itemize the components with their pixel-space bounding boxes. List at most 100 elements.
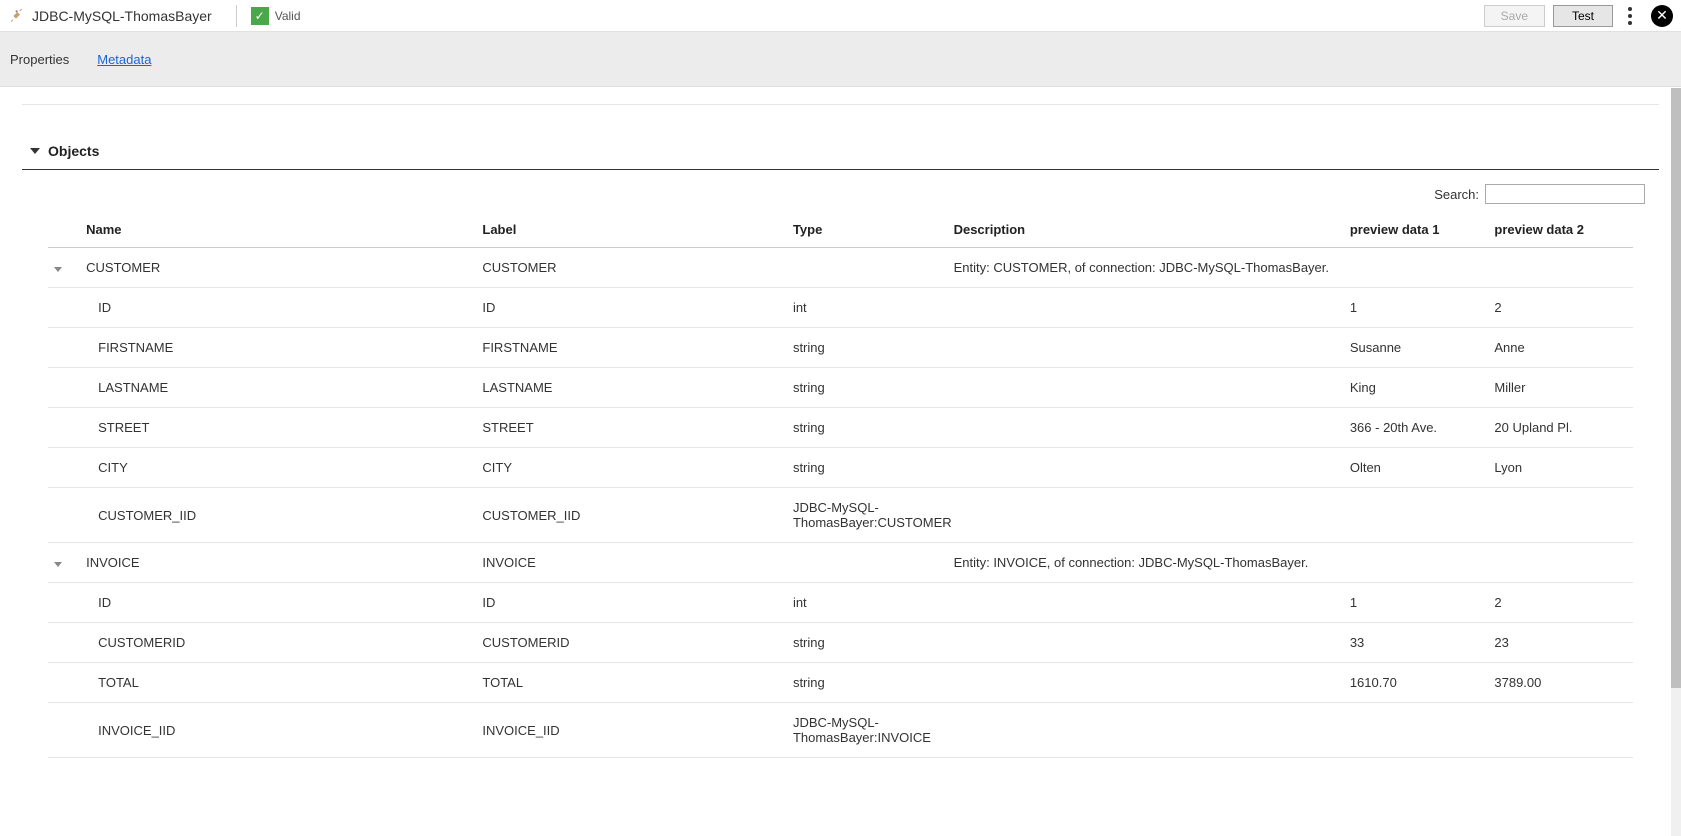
cell-preview1 bbox=[1344, 703, 1489, 758]
cell-label: STREET bbox=[476, 408, 787, 448]
search-input[interactable] bbox=[1485, 184, 1645, 204]
table-row[interactable]: IDIDint12 bbox=[48, 583, 1633, 623]
cell-description bbox=[948, 328, 1344, 368]
table-row[interactable]: TOTALTOTALstring1610.703789.00 bbox=[48, 663, 1633, 703]
col-header-preview2[interactable]: preview data 2 bbox=[1488, 212, 1633, 248]
cell-name: ID bbox=[80, 288, 476, 328]
cell-label: CUSTOMERID bbox=[476, 623, 787, 663]
objects-section-header[interactable]: Objects bbox=[8, 105, 1673, 169]
cell-label: CITY bbox=[476, 448, 787, 488]
cell-preview1: 33 bbox=[1344, 623, 1489, 663]
col-header-description[interactable]: Description bbox=[948, 212, 1344, 248]
cell-preview2 bbox=[1488, 488, 1633, 543]
save-button[interactable]: Save bbox=[1484, 5, 1545, 27]
col-header-label[interactable]: Label bbox=[476, 212, 787, 248]
cell-name: FIRSTNAME bbox=[80, 328, 476, 368]
cell-label: ID bbox=[476, 288, 787, 328]
col-header-type[interactable]: Type bbox=[787, 212, 948, 248]
cell-type bbox=[787, 248, 948, 288]
cell-preview2 bbox=[1488, 703, 1633, 758]
cell-type: JDBC-MySQL-ThomasBayer:INVOICE bbox=[787, 703, 948, 758]
cell-label: INVOICE bbox=[476, 543, 787, 583]
cell-preview1: 366 - 20th Ave. bbox=[1344, 408, 1489, 448]
header-bar: JDBC-MySQL-ThomasBayer ✓ Valid Save Test… bbox=[0, 0, 1681, 32]
vertical-scrollbar[interactable] bbox=[1671, 88, 1681, 836]
cell-preview2: Lyon bbox=[1488, 448, 1633, 488]
table-row[interactable]: CUSTOMER_IIDCUSTOMER_IIDJDBC-MySQL-Thoma… bbox=[48, 488, 1633, 543]
close-icon: ✕ bbox=[1656, 7, 1668, 24]
plug-icon bbox=[8, 8, 24, 24]
page-title: JDBC-MySQL-ThomasBayer bbox=[32, 8, 222, 24]
caret-down-icon[interactable] bbox=[30, 148, 40, 154]
group-row[interactable]: CUSTOMERCUSTOMEREntity: CUSTOMER, of con… bbox=[48, 248, 1633, 288]
table-row[interactable]: CITYCITYstringOltenLyon bbox=[48, 448, 1633, 488]
cell-name: TOTAL bbox=[80, 663, 476, 703]
cell-description bbox=[948, 623, 1344, 663]
cell-name: CUSTOMER_IID bbox=[80, 488, 476, 543]
cell-label: CUSTOMER bbox=[476, 248, 787, 288]
close-button[interactable]: ✕ bbox=[1651, 5, 1673, 27]
cell-preview1 bbox=[1344, 543, 1489, 583]
cell-type: string bbox=[787, 448, 948, 488]
scrollbar-thumb[interactable] bbox=[1671, 88, 1681, 688]
tab-properties[interactable]: Properties bbox=[10, 52, 69, 67]
cell-description bbox=[948, 703, 1344, 758]
tab-metadata[interactable]: Metadata bbox=[97, 52, 151, 67]
table-row[interactable]: LASTNAMELASTNAMEstringKingMiller bbox=[48, 368, 1633, 408]
cell-description bbox=[948, 488, 1344, 543]
cell-preview2 bbox=[1488, 248, 1633, 288]
cell-type: int bbox=[787, 583, 948, 623]
cell-preview2: 23 bbox=[1488, 623, 1633, 663]
cell-preview1 bbox=[1344, 248, 1489, 288]
table-row[interactable]: INVOICE_IIDINVOICE_IIDJDBC-MySQL-ThomasB… bbox=[48, 703, 1633, 758]
cell-preview1 bbox=[1344, 488, 1489, 543]
table-row[interactable]: STREETSTREETstring366 - 20th Ave.20 Upla… bbox=[48, 408, 1633, 448]
previous-section-border bbox=[22, 93, 1659, 105]
cell-preview2: 20 Upland Pl. bbox=[1488, 408, 1633, 448]
expand-caret-icon[interactable] bbox=[54, 267, 62, 272]
cell-preview2: 2 bbox=[1488, 288, 1633, 328]
more-menu-button[interactable] bbox=[1621, 4, 1639, 28]
cell-preview1: Susanne bbox=[1344, 328, 1489, 368]
cell-label: CUSTOMER_IID bbox=[476, 488, 787, 543]
cell-description bbox=[948, 448, 1344, 488]
test-button[interactable]: Test bbox=[1553, 5, 1613, 27]
table-row[interactable]: FIRSTNAMEFIRSTNAMEstringSusanneAnne bbox=[48, 328, 1633, 368]
table-row[interactable]: IDIDint12 bbox=[48, 288, 1633, 328]
cell-type: string bbox=[787, 368, 948, 408]
cell-description bbox=[948, 408, 1344, 448]
header-right: Save Test ✕ bbox=[1484, 4, 1673, 28]
table-header-row: Name Label Type Description preview data… bbox=[48, 212, 1633, 248]
search-row: Search: bbox=[8, 170, 1673, 212]
cell-label: FIRSTNAME bbox=[476, 328, 787, 368]
cell-preview2: Anne bbox=[1488, 328, 1633, 368]
objects-table: Name Label Type Description preview data… bbox=[48, 212, 1633, 758]
cell-description bbox=[948, 583, 1344, 623]
cell-name: CUSTOMERID bbox=[80, 623, 476, 663]
group-row[interactable]: INVOICEINVOICE Entity: INVOICE, of connec… bbox=[48, 543, 1633, 583]
objects-table-wrap: Name Label Type Description preview data… bbox=[48, 212, 1633, 758]
cell-description: Entity: INVOICE, of connection: JDBC-MyS… bbox=[948, 543, 1344, 583]
col-header-preview1[interactable]: preview data 1 bbox=[1344, 212, 1489, 248]
cell-preview1: 1 bbox=[1344, 583, 1489, 623]
cell-type: string bbox=[787, 408, 948, 448]
cell-label: TOTAL bbox=[476, 663, 787, 703]
col-header-name[interactable]: Name bbox=[80, 212, 476, 248]
cell-preview1: 1 bbox=[1344, 288, 1489, 328]
cell-name: ID bbox=[80, 583, 476, 623]
cell-description bbox=[948, 663, 1344, 703]
check-icon: ✓ bbox=[251, 7, 269, 25]
cell-preview1: 1610.70 bbox=[1344, 663, 1489, 703]
cell-name: INVOICE_IID bbox=[80, 703, 476, 758]
header-divider bbox=[236, 5, 237, 27]
cell-name: LASTNAME bbox=[80, 368, 476, 408]
cell-description bbox=[948, 368, 1344, 408]
cell-type: string bbox=[787, 623, 948, 663]
cell-preview1: Olten bbox=[1344, 448, 1489, 488]
cell-type bbox=[787, 543, 948, 583]
table-row[interactable]: CUSTOMERIDCUSTOMERIDstring3323 bbox=[48, 623, 1633, 663]
cell-description bbox=[948, 288, 1344, 328]
expand-caret-icon[interactable] bbox=[54, 562, 62, 567]
tab-bar: Properties Metadata bbox=[0, 32, 1681, 87]
cell-name: INVOICE bbox=[80, 543, 476, 583]
